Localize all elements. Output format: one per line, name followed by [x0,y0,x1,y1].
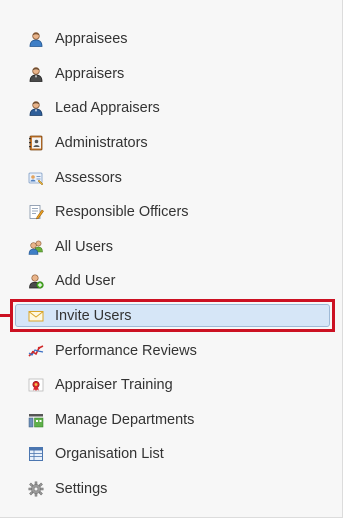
menu-item-label: Performance Reviews [55,342,197,359]
departments-icon [28,412,44,428]
certificate-icon [28,377,44,393]
menu-item-label: Organisation List [55,446,164,463]
users-icon [28,239,44,255]
table-icon [28,446,44,462]
menu-item-label: Settings [55,481,108,498]
menu-item-administrators[interactable]: Administrators [0,126,343,161]
user-add-icon [28,273,44,290]
annotation-pointer [0,313,10,317]
menu-item-label: Manage Departments [55,411,195,428]
menu-item-label: Appraisees [55,31,128,48]
user-icon [28,31,44,48]
menu-item-label: Add User [55,273,116,290]
address-book-icon [28,135,44,151]
menu-item-assessors[interactable]: Assessors [0,160,343,195]
menu-item-label: Administrators [55,135,148,152]
envelope-icon [28,308,44,324]
menu-item-label: All Users [55,238,114,255]
admin-sidebar: Appraisees Appraisers Lead Appraisers Ad… [0,0,343,518]
user-card-icon [28,170,44,186]
chart-line-icon [28,343,44,359]
menu-item-add-user[interactable]: Add User [0,264,343,299]
menu-item-label: Responsible Officers [55,204,189,221]
menu-item-label: Appraiser Training [55,377,173,394]
menu-item-all-users[interactable]: All Users [0,230,343,265]
menu-item-performance-reviews[interactable]: Performance Reviews [0,333,343,368]
menu-item-label: Invite Users [55,308,132,325]
menu-item-appraiser-training[interactable]: Appraiser Training [0,368,343,403]
user-dark-icon [28,66,44,82]
menu-item-invite-users[interactable]: Invite Users [0,298,343,334]
gear-icon [28,481,44,497]
menu-item-responsible-officers[interactable]: Responsible Officers [0,195,343,230]
admin-menu: Appraisees Appraisers Lead Appraisers Ad… [0,22,343,506]
user-dark-icon [28,100,44,117]
menu-item-manage-departments[interactable]: Manage Departments [0,403,343,438]
menu-item-label: Appraisers [55,65,125,82]
menu-item-label: Lead Appraisers [55,100,160,117]
menu-item-appraisees[interactable]: Appraisees [0,22,343,57]
menu-item-settings[interactable]: Settings [0,472,343,507]
menu-item-appraisers[interactable]: Appraisers [0,57,343,92]
menu-item-organisation-list[interactable]: Organisation List [0,437,343,472]
menu-item-label: Assessors [55,169,122,186]
edit-document-icon [28,204,44,220]
menu-item-lead-appraisers[interactable]: Lead Appraisers [0,91,343,126]
